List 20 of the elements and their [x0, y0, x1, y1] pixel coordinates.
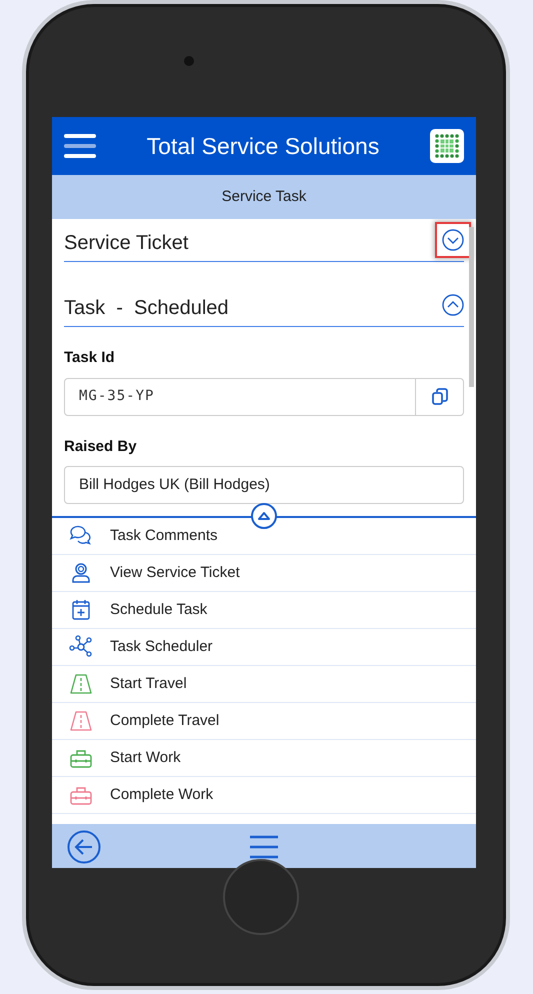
- section-title: Service Ticket: [64, 231, 190, 256]
- app-title: Total Service Solutions: [146, 132, 380, 161]
- field-label: Raised By: [64, 436, 138, 456]
- chevron-down-icon: [442, 229, 464, 251]
- text-field[interactable]: Bill Hodges UK (Bill Hodges): [64, 466, 464, 504]
- field-label: Task Id: [64, 348, 116, 368]
- copy-button[interactable]: [416, 378, 464, 416]
- back-icon[interactable]: [67, 830, 101, 864]
- menu-icon[interactable]: [250, 834, 278, 858]
- caret-up-icon: [257, 511, 271, 521]
- camera-icon: [184, 56, 194, 66]
- screen-subtitle: Service Task: [222, 186, 306, 207]
- section-title: Task - Scheduled: [64, 296, 230, 321]
- menu-icon[interactable]: [64, 133, 96, 159]
- chevron-up-icon: [442, 294, 464, 316]
- collapse-button[interactable]: [442, 294, 464, 316]
- grid-app-icon[interactable]: [430, 129, 464, 163]
- expand-button[interactable]: [442, 229, 464, 251]
- task-id-field[interactable]: MG-35-YP: [64, 378, 416, 416]
- copy-icon: [432, 388, 448, 406]
